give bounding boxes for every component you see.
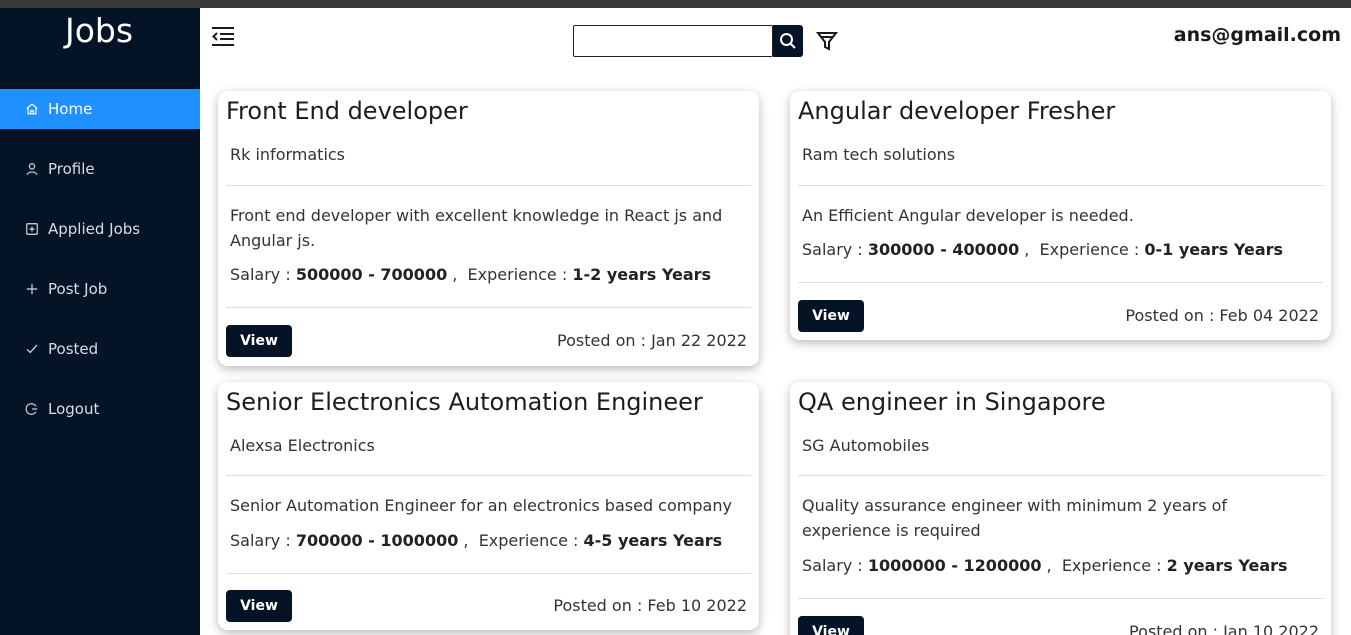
salary-label: Salary : xyxy=(230,531,291,550)
salary-value: 1000000 - 1200000 xyxy=(867,556,1042,575)
divider xyxy=(798,282,1323,283)
sidebar-item-logout[interactable]: Logout xyxy=(0,389,200,429)
divider xyxy=(798,185,1323,186)
experience-label: Experience : xyxy=(467,265,568,284)
posted-value: Feb 10 2022 xyxy=(647,596,747,615)
job-company: Ram tech solutions xyxy=(802,145,956,164)
experience-value: 4-5 years Years xyxy=(583,531,723,550)
search-icon xyxy=(780,33,796,49)
user-icon xyxy=(24,161,40,177)
sidebar-item-post-job[interactable]: Post Job xyxy=(0,269,200,309)
user-email[interactable]: ans@gmail.com xyxy=(1174,24,1341,46)
view-button[interactable]: View xyxy=(798,300,864,332)
job-meta: Salary : 500000 - 700000 , Experience : … xyxy=(230,265,712,284)
experience-label: Experience : xyxy=(478,531,579,550)
job-company: Alexsa Electronics xyxy=(230,436,375,455)
logout-icon xyxy=(24,401,40,417)
posted-date: Posted on : Jan 10 2022 xyxy=(1129,622,1319,635)
posted-value: Feb 04 2022 xyxy=(1219,306,1319,325)
experience-value: 1-2 years Years xyxy=(572,265,712,284)
job-description: An Efficient Angular developer is needed… xyxy=(802,206,1134,225)
salary-label: Salary : xyxy=(802,240,863,259)
menu-toggle-icon[interactable] xyxy=(210,24,236,48)
job-title: QA engineer in Singapore xyxy=(798,388,1106,416)
sidebar-item-posted[interactable]: Posted xyxy=(0,329,200,369)
divider xyxy=(798,598,1323,599)
filter-icon xyxy=(815,32,839,51)
window-top-strip xyxy=(0,0,1351,8)
sidebar-nav: Home Profile Applied Jobs Post Job Poste… xyxy=(0,89,200,449)
divider xyxy=(226,307,751,308)
view-button[interactable]: View xyxy=(226,325,292,357)
experience-label: Experience : xyxy=(1061,556,1162,575)
posted-label: Posted on : xyxy=(553,596,643,615)
plus-square-icon xyxy=(24,221,40,237)
sidebar-item-profile[interactable]: Profile xyxy=(0,149,200,189)
sidebar-item-label: Posted xyxy=(48,340,99,358)
job-title: Senior Electronics Automation Engineer xyxy=(226,388,703,416)
search-input[interactable] xyxy=(573,25,773,57)
job-title: Angular developer Fresher xyxy=(798,97,1116,125)
home-icon xyxy=(24,101,40,117)
salary-value: 300000 - 400000 xyxy=(867,240,1020,259)
posted-label: Posted on : xyxy=(1125,306,1215,325)
job-title: Front End developer xyxy=(226,97,468,125)
experience-value: 2 years Years xyxy=(1166,556,1288,575)
job-card: Senior Electronics Automation Engineer A… xyxy=(218,382,759,630)
filter-button[interactable] xyxy=(815,29,839,53)
experience-label: Experience : xyxy=(1039,240,1140,259)
job-card: Front End developer Rk informatics Front… xyxy=(218,91,759,366)
salary-value: 500000 - 700000 xyxy=(295,265,448,284)
posted-date: Posted on : Jan 22 2022 xyxy=(557,331,747,350)
salary-value: 700000 - 1000000 xyxy=(295,531,459,550)
posted-value: Jan 22 2022 xyxy=(651,331,747,350)
sidebar-item-label: Applied Jobs xyxy=(48,220,141,238)
search-bar xyxy=(573,25,839,57)
job-card: Angular developer Fresher Ram tech solut… xyxy=(790,91,1331,340)
job-description: Quality assurance engineer with minimum … xyxy=(802,496,1228,540)
view-button[interactable]: View xyxy=(226,590,292,622)
main-content: ans@gmail.com Front End developer Rk inf… xyxy=(200,8,1351,635)
sidebar-item-label: Logout xyxy=(48,400,100,418)
job-description: Senior Automation Engineer for an electr… xyxy=(230,496,732,515)
brand-logo: Jobs xyxy=(64,11,134,50)
posted-value: Jan 10 2022 xyxy=(1223,622,1319,635)
job-company: Rk informatics xyxy=(230,145,346,164)
sidebar-item-label: Profile xyxy=(48,160,95,178)
sidebar-item-label: Home xyxy=(48,100,93,118)
plus-icon xyxy=(24,281,40,297)
posted-date: Posted on : Feb 10 2022 xyxy=(553,596,747,615)
job-description: Front end developer with excellent knowl… xyxy=(230,206,723,250)
divider xyxy=(798,475,1323,476)
sidebar-item-label: Post Job xyxy=(48,280,108,298)
check-icon xyxy=(24,341,40,357)
sidebar-item-applied-jobs[interactable]: Applied Jobs xyxy=(0,209,200,249)
job-meta: Salary : 300000 - 400000 , Experience : … xyxy=(802,240,1284,259)
sidebar-item-home[interactable]: Home xyxy=(0,89,200,129)
divider xyxy=(226,475,751,476)
posted-label: Posted on : xyxy=(1129,622,1218,635)
posted-date: Posted on : Feb 04 2022 xyxy=(1125,306,1319,325)
job-meta: Salary : 700000 - 1000000 , Experience :… xyxy=(230,531,723,550)
job-meta: Salary : 1000000 - 1200000 , Experience … xyxy=(802,556,1288,575)
experience-value: 0-1 years Years xyxy=(1144,240,1284,259)
salary-label: Salary : xyxy=(802,556,863,575)
divider xyxy=(226,573,751,574)
posted-label: Posted on : xyxy=(557,331,646,350)
salary-label: Salary : xyxy=(230,265,291,284)
job-card: QA engineer in Singapore SG Automobiles … xyxy=(790,382,1331,635)
divider xyxy=(226,185,751,186)
view-button[interactable]: View xyxy=(798,616,864,635)
job-company: SG Automobiles xyxy=(802,436,930,455)
sidebar: Jobs Home Profile Applied Jobs Post Job xyxy=(0,8,200,635)
search-button[interactable] xyxy=(773,25,803,57)
